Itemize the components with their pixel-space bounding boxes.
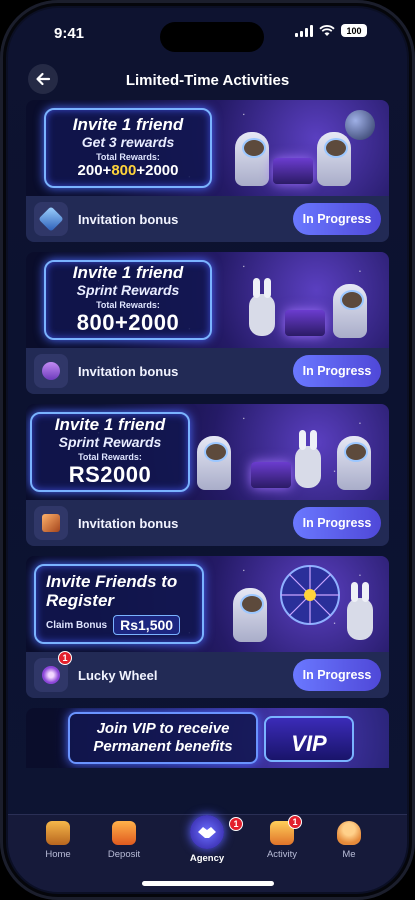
wallet-icon [112,821,136,845]
activity-banner[interactable]: Invite 1 friend Sprint Rewards Total Rew… [26,404,389,500]
activity-list[interactable]: Invite 1 friend Get 3 rewards Total Rewa… [26,100,389,822]
promo-subtitle: Get 3 rewards [81,134,175,151]
activity-banner[interactable]: Invite 1 friend Sprint Rewards Total Rew… [26,252,389,348]
gift-icon: 1 [270,815,302,845]
phone-frame: 9:41 100 Limited-Time Activities Invite … [0,0,415,900]
handshake-icon: 1 [190,815,243,849]
banner-illustration [229,106,379,192]
tab-label: Me [342,849,356,860]
reward-plus: + [102,161,112,179]
vip-line-1: Join VIP to receive [96,720,230,737]
promo-amount: RS2000 [68,461,152,487]
reward-value: 2000 [145,161,179,179]
home-indicator [142,881,274,886]
promo-box: Invite 1 friend Sprint Rewards Total Rew… [30,412,190,492]
in-progress-button[interactable]: In Progress [293,203,381,235]
notification-badge: 1 [288,815,302,829]
in-progress-button[interactable]: In Progress [293,507,381,539]
claim-amount: Rs1,500 [113,614,181,635]
header: Limited-Time Activities [8,60,407,100]
activity-card[interactable]: Join VIP to receive Permanent benefits V… [26,708,389,768]
activity-banner[interactable]: Invite 1 friend Get 3 rewards Total Rewa… [26,100,389,196]
banner-illustration [189,410,379,496]
activity-card[interactable]: Invite Friends to Register Claim Bonus R… [26,556,389,698]
claim-label: Claim Bonus [46,619,108,631]
activity-banner[interactable]: Invite Friends to Register Claim Bonus R… [26,556,389,652]
promo-small-text: Total Rewards: [78,451,142,462]
activity-label: Invitation bonus [78,363,179,379]
tab-agency[interactable]: 1 Agency [177,815,243,864]
gift-box-icon [34,506,68,540]
signal-icon [295,24,313,37]
reward-value: 800 [111,161,137,179]
dynamic-island [160,22,264,52]
vip-line-2: Permanent benefits [93,738,233,755]
promo-rewards: 200+800+2000 [78,162,179,180]
promo-amount: 800+2000 [76,309,180,335]
activity-card[interactable]: Invite 1 friend Sprint Rewards Total Rew… [26,252,389,394]
lucky-wheel-icon: 1 [34,651,72,692]
home-icon [46,821,70,845]
vip-banner[interactable]: Join VIP to receive Permanent benefits V… [26,708,389,768]
user-icon [337,821,361,845]
tab-bar: Home Deposit 1 Agency 1 Activity Me [8,814,407,892]
reward-plus: + [136,161,146,179]
battery-icon: 100 [341,24,367,37]
promo-subtitle: Sprint Rewards [76,282,180,299]
activity-label: Invitation bonus [78,211,179,227]
activity-label: Lucky Wheel [78,667,158,683]
vip-badge-icon: VIP [264,716,354,762]
tab-me[interactable]: Me [319,821,379,860]
claim-row: Claim Bonus Rs1,500 [46,614,181,635]
tab-label: Deposit [107,849,141,860]
activity-card[interactable]: Invite 1 friend Sprint Rewards Total Rew… [26,404,389,546]
promo-subtitle: Register [46,591,115,610]
tab-home[interactable]: Home [28,821,88,860]
in-progress-button[interactable]: In Progress [293,659,381,691]
screen: 9:41 100 Limited-Time Activities Invite … [8,8,407,892]
notification-badge: 1 [229,817,243,831]
status-icons: 100 [295,24,367,37]
tab-activity[interactable]: 1 Activity [252,815,312,860]
promo-small-text: Total Rewards: [96,151,160,162]
tab-label: Activity [266,849,298,860]
promo-title: Invite Friends to [46,572,178,592]
gift-cube-icon [34,202,68,236]
wheel-icon [280,565,340,625]
banner-illustration [229,258,379,344]
tab-deposit[interactable]: Deposit [94,821,154,860]
tab-label: Agency [189,853,225,864]
activity-bar: Invitation bonus In Progress [26,348,389,394]
reward-value: 200 [77,161,103,179]
promo-title: Invite 1 friend [54,415,166,435]
promo-box: Invite Friends to Register Claim Bonus R… [34,564,204,644]
tab-label: Home [45,849,71,860]
promo-subtitle: Sprint Rewards [58,434,162,451]
notification-badge: 1 [58,651,72,665]
activity-bar: 1 Lucky Wheel In Progress [26,651,389,698]
banner-illustration [229,562,379,648]
status-bar: 9:41 100 [8,8,407,56]
activity-card[interactable]: Invite 1 friend Get 3 rewards Total Rewa… [26,100,389,242]
promo-box: Invite 1 friend Sprint Rewards Total Rew… [44,260,212,340]
wifi-icon [319,24,335,36]
activity-bar: Invitation bonus In Progress [26,196,389,242]
promo-box: Invite 1 friend Get 3 rewards Total Rewa… [44,108,212,188]
activity-bar: Invitation bonus In Progress [26,500,389,546]
page-title: Limited-Time Activities [125,72,290,89]
promo-title: Invite 1 friend [72,115,184,135]
activity-label: Invitation bonus [78,515,179,531]
in-progress-button[interactable]: In Progress [293,355,381,387]
promo-title: Invite 1 friend [72,263,184,283]
promo-box: Join VIP to receive Permanent benefits [68,712,258,764]
promo-small-text: Total Rewards: [96,299,160,310]
gem-icon [34,354,68,388]
status-time: 9:41 [54,25,85,42]
